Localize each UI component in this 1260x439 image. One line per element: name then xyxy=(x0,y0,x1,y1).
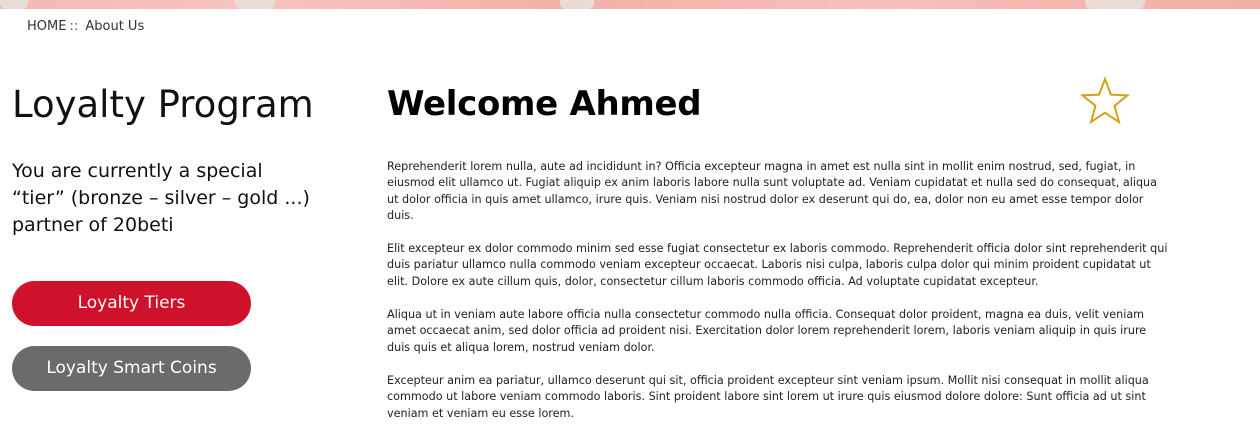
header-banner-image xyxy=(0,0,1260,9)
welcome-heading: Welcome Ahmed xyxy=(387,84,702,124)
banner-decoration xyxy=(235,0,275,9)
breadcrumb-separator: :: xyxy=(69,19,79,34)
loyalty-smart-coins-button[interactable]: Loyalty Smart Coins xyxy=(12,346,251,391)
body-paragraphs: Reprehenderit lorem nulla, aute ad incid… xyxy=(387,159,1172,439)
body-paragraph: Elit excepteur ex dolor commodo minim se… xyxy=(387,242,1168,288)
breadcrumb-current: About Us xyxy=(85,19,145,34)
main-content: Welcome Ahmed Reprehenderit lorem nulla,… xyxy=(387,82,1177,420)
loyalty-sidebar: Loyalty Program You are currently a spec… xyxy=(12,82,332,391)
tier-description: You are currently a special “tier” (bron… xyxy=(12,160,310,236)
banner-decoration xyxy=(0,0,28,9)
breadcrumb-home-link[interactable]: HOME xyxy=(27,19,66,34)
star-outline-icon xyxy=(1080,76,1130,125)
breadcrumb: HOME:: About Us xyxy=(27,19,144,34)
loyalty-tiers-button[interactable]: Loyalty Tiers xyxy=(12,281,251,326)
banner-decoration xyxy=(1085,0,1145,9)
body-paragraph: Aliqua ut in veniam aute labore officia … xyxy=(387,308,1147,354)
body-paragraph: Reprehenderit lorem nulla, aute ad incid… xyxy=(387,160,1157,222)
loyalty-program-title: Loyalty Program xyxy=(12,83,314,126)
body-paragraph: Excepteur anim ea pariatur, ullamco dese… xyxy=(387,373,1149,420)
banner-decoration xyxy=(560,0,594,9)
